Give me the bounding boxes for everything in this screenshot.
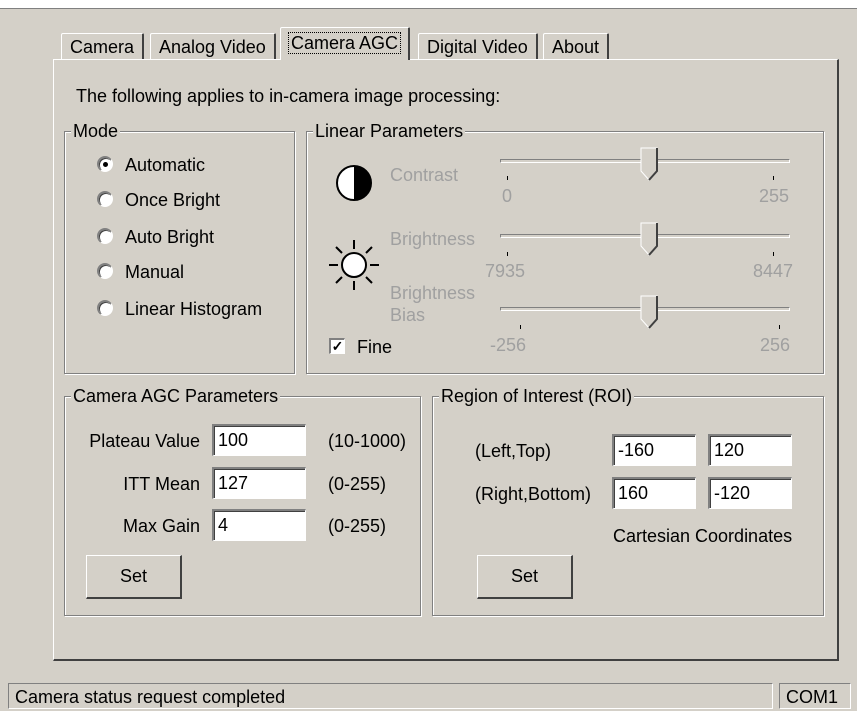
intro-text: The following applies to in-camera image…	[76, 86, 501, 106]
tab-digital-video[interactable]: Digital Video	[418, 33, 538, 59]
tab-digital-video-label: Digital Video	[427, 37, 528, 57]
itt-mean-label: ITT Mean	[123, 474, 200, 494]
brightness-slider-thumb[interactable]	[640, 222, 658, 256]
brightness-bias-max: 256	[760, 335, 791, 355]
roi-right-input[interactable]	[612, 477, 696, 509]
mode-option-label: Auto Bright	[125, 227, 215, 247]
radio-indicator	[97, 156, 113, 172]
tab-analog-video-label: Analog Video	[159, 37, 266, 57]
brightness-bias-label: Brightness Bias	[390, 282, 475, 326]
plateau-value-range: (10-1000)	[328, 431, 407, 451]
brightness-bias-label-line2: Bias	[390, 305, 426, 325]
roi-bottom-input[interactable]	[708, 477, 792, 509]
contrast-icon	[336, 165, 372, 201]
tab-about[interactable]: About	[543, 33, 610, 59]
tab-camera-agc[interactable]: Camera AGC	[280, 27, 411, 60]
itt-mean-input[interactable]	[212, 467, 306, 499]
sun-icon	[329, 240, 379, 290]
tab-camera-label: Camera	[70, 37, 135, 57]
radio-indicator	[97, 228, 113, 244]
brightness-min: 7935	[485, 261, 526, 281]
radio-indicator	[97, 263, 113, 279]
brightness-label: Brightness	[390, 229, 476, 249]
region-of-interest-group: Region of Interest (ROI) (Left,Top) (Rig…	[432, 385, 824, 616]
plateau-value-input[interactable]	[212, 424, 306, 456]
slider-tick	[507, 252, 508, 256]
region-of-interest-title: Region of Interest (ROI)	[439, 385, 635, 407]
contrast-slider-thumb[interactable]	[640, 147, 658, 181]
linear-parameters-title: Linear Parameters	[313, 120, 466, 142]
max-gain-range: (0-255)	[328, 516, 387, 536]
itt-mean-range: (0-255)	[328, 474, 387, 494]
tab-analog-video[interactable]: Analog Video	[150, 33, 276, 59]
mode-option-label: Automatic	[125, 155, 206, 175]
camera-agc-parameters-group: Camera AGC Parameters Plateau Value (10-…	[64, 385, 421, 616]
roi-left-input[interactable]	[612, 434, 696, 466]
checkbox-indicator: ✓	[329, 338, 345, 354]
fine-label: Fine	[357, 337, 393, 357]
fine-checkbox[interactable]: ✓ Fine	[329, 335, 409, 359]
brightness-bias-label-line1: Brightness	[390, 283, 476, 303]
status-port: COM1	[779, 683, 851, 709]
mode-group: Mode Automatic Once Bright Auto Bright M…	[64, 120, 295, 374]
tab-about-label: About	[552, 37, 600, 57]
slider-tick	[520, 325, 521, 329]
slider-tick	[773, 176, 774, 180]
mode-group-title: Mode	[71, 120, 121, 142]
window-top-edge	[0, 0, 857, 9]
radio-indicator	[97, 191, 113, 207]
contrast-label: Contrast	[390, 165, 459, 185]
mode-option-label: Linear Histogram	[125, 299, 263, 319]
contrast-max: 255	[759, 186, 790, 206]
agc-set-button[interactable]: Set	[86, 555, 182, 599]
max-gain-input[interactable]	[212, 509, 306, 541]
brightness-bias-min: -256	[490, 335, 527, 355]
roi-top-input[interactable]	[708, 434, 792, 466]
plateau-value-label: Plateau Value	[89, 431, 200, 451]
roi-set-button[interactable]: Set	[477, 555, 573, 599]
slider-tick	[779, 325, 780, 329]
linear-parameters-group: Linear Parameters Contrast 0 255 Brightn…	[306, 120, 824, 374]
slider-tick	[773, 252, 774, 256]
status-message: Camera status request completed	[8, 683, 773, 709]
radio-indicator	[97, 300, 113, 316]
max-gain-label: Max Gain	[122, 516, 200, 536]
mode-option-label: Manual	[125, 262, 185, 282]
mode-option-label: Once Bright	[125, 190, 221, 210]
right-bottom-label: (Right,Bottom)	[475, 484, 592, 504]
slider-tick	[507, 176, 508, 180]
tab-camera-agc-label: Camera AGC	[287, 32, 402, 54]
brightness-max: 8447	[753, 261, 794, 281]
camera-agc-parameters-title: Camera AGC Parameters	[71, 385, 281, 407]
cartesian-coordinates-label: Cartesian Coordinates	[613, 526, 793, 546]
tab-camera[interactable]: Camera	[61, 33, 145, 59]
left-top-label: (Left,Top)	[475, 441, 552, 461]
brightness-bias-slider-thumb[interactable]	[640, 295, 658, 329]
contrast-min: 0	[502, 186, 513, 206]
